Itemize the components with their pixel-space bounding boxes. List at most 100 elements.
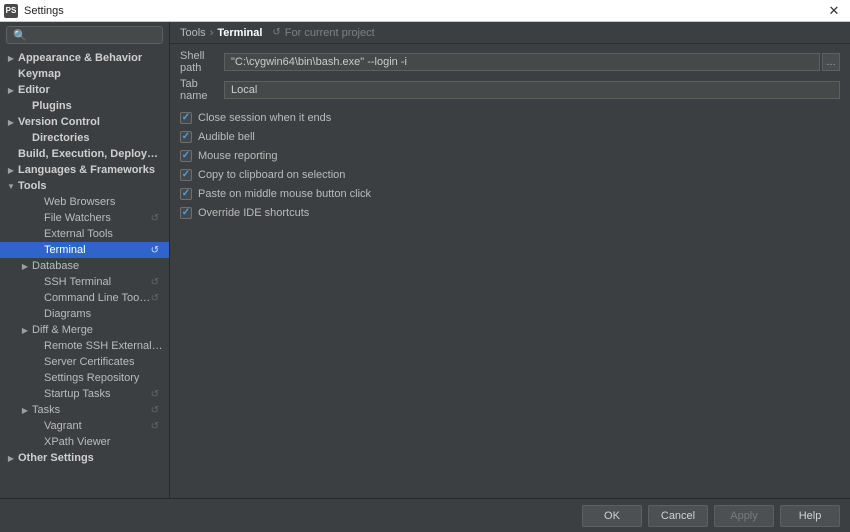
- title-bar: PS Settings ✕: [0, 0, 850, 22]
- tree-item-terminal[interactable]: ▶Terminal↺: [0, 242, 169, 258]
- tree-item-diff-merge[interactable]: ▶Diff & Merge: [0, 322, 169, 338]
- tree-item-keymap[interactable]: ▶Keymap: [0, 66, 169, 82]
- apply-button[interactable]: Apply: [714, 505, 774, 527]
- tree-item-other-settings[interactable]: ▶Other Settings: [0, 450, 169, 466]
- chevron-down-icon[interactable]: ▼: [4, 182, 18, 191]
- window-title: Settings: [24, 5, 822, 17]
- chevron-right-icon[interactable]: ▶: [4, 54, 18, 63]
- main-container: 🔍 ▶Appearance & Behavior▶Keymap▶Editor▶P…: [0, 22, 850, 498]
- cancel-button[interactable]: Cancel: [648, 505, 708, 527]
- spacer: ▶: [30, 358, 44, 367]
- tree-item-startup-tasks[interactable]: ▶Startup Tasks↺: [0, 386, 169, 402]
- tree-item-file-watchers[interactable]: ▶File Watchers↺: [0, 210, 169, 226]
- project-scope-icon: ↺: [151, 213, 165, 224]
- checkbox-copy-to-clipboard-on-selection[interactable]: Copy to clipboard on selection: [180, 165, 840, 184]
- checkbox-paste-on-middle-mouse-button-click[interactable]: Paste on middle mouse button click: [180, 184, 840, 203]
- project-scope-icon: ↺: [151, 293, 165, 304]
- tree-item-settings-repository[interactable]: ▶Settings Repository: [0, 370, 169, 386]
- search-input[interactable]: [31, 28, 177, 42]
- tree-item-directories[interactable]: ▶Directories: [0, 130, 169, 146]
- tab-name-input[interactable]: [224, 81, 840, 99]
- checkbox-mouse-reporting[interactable]: Mouse reporting: [180, 146, 840, 165]
- breadcrumb-root[interactable]: Tools: [180, 27, 206, 39]
- spacer: ▶: [18, 134, 32, 143]
- tree-item-appearance-behavior[interactable]: ▶Appearance & Behavior: [0, 50, 169, 66]
- breadcrumb-current: Terminal: [217, 27, 262, 39]
- tree-item-external-tools[interactable]: ▶External Tools: [0, 226, 169, 242]
- tree-item-editor[interactable]: ▶Editor: [0, 82, 169, 98]
- checkbox-box[interactable]: [180, 150, 192, 162]
- tree-item-label: Database: [32, 260, 165, 272]
- checkbox-override-ide-shortcuts[interactable]: Override IDE shortcuts: [180, 203, 840, 222]
- tree-item-languages-frameworks[interactable]: ▶Languages & Frameworks: [0, 162, 169, 178]
- tab-name-label: Tab name: [180, 78, 224, 102]
- chevron-right-icon[interactable]: ▶: [4, 454, 18, 463]
- tree-item-diagrams[interactable]: ▶Diagrams: [0, 306, 169, 322]
- settings-tree[interactable]: ▶Appearance & Behavior▶Keymap▶Editor▶Plu…: [0, 50, 169, 498]
- chevron-right-icon[interactable]: ▶: [4, 118, 18, 127]
- tree-item-version-control[interactable]: ▶Version Control: [0, 114, 169, 130]
- tree-item-command-line-tool-support[interactable]: ▶Command Line Tool Support↺: [0, 290, 169, 306]
- tree-item-label: Settings Repository: [44, 372, 165, 384]
- chevron-right-icon[interactable]: ▶: [18, 406, 32, 415]
- checkbox-audible-bell[interactable]: Audible bell: [180, 127, 840, 146]
- tree-item-label: External Tools: [44, 228, 165, 240]
- checkbox-box[interactable]: [180, 188, 192, 200]
- checkbox-box[interactable]: [180, 112, 192, 124]
- chevron-right-icon[interactable]: ▶: [4, 86, 18, 95]
- spacer: ▶: [30, 198, 44, 207]
- chevron-right-icon[interactable]: ▶: [18, 262, 32, 271]
- terminal-settings-form: Shell path … Tab name Close session when…: [170, 44, 850, 228]
- shell-path-row: Shell path …: [180, 50, 840, 74]
- close-icon[interactable]: ✕: [822, 3, 846, 19]
- tree-item-plugins[interactable]: ▶Plugins: [0, 98, 169, 114]
- shell-path-input[interactable]: [224, 53, 820, 71]
- tree-item-label: SSH Terminal: [44, 276, 151, 288]
- checkbox-close-session-when-it-ends[interactable]: Close session when it ends: [180, 108, 840, 127]
- checkbox-box[interactable]: [180, 131, 192, 143]
- tree-item-tasks[interactable]: ▶Tasks↺: [0, 402, 169, 418]
- tree-item-label: Appearance & Behavior: [18, 52, 165, 64]
- project-scope-icon: ↺: [151, 277, 165, 288]
- spacer: ▶: [30, 294, 44, 303]
- chevron-right-icon: ›: [210, 27, 214, 39]
- spacer: ▶: [30, 310, 44, 319]
- chevron-right-icon[interactable]: ▶: [18, 326, 32, 335]
- tree-item-remote-ssh-external-tools[interactable]: ▶Remote SSH External Tools: [0, 338, 169, 354]
- tree-item-label: Version Control: [18, 116, 165, 128]
- spacer: ▶: [30, 214, 44, 223]
- search-field[interactable]: 🔍: [6, 26, 163, 44]
- spacer: ▶: [30, 374, 44, 383]
- tree-item-ssh-terminal[interactable]: ▶SSH Terminal↺: [0, 274, 169, 290]
- chevron-right-icon[interactable]: ▶: [4, 166, 18, 175]
- tree-item-label: Remote SSH External Tools: [44, 340, 165, 352]
- tree-item-label: Editor: [18, 84, 165, 96]
- tree-item-web-browsers[interactable]: ▶Web Browsers: [0, 194, 169, 210]
- tree-item-vagrant[interactable]: ▶Vagrant↺: [0, 418, 169, 434]
- browse-shell-path-button[interactable]: …: [822, 53, 840, 71]
- spacer: ▶: [30, 342, 44, 351]
- tree-item-database[interactable]: ▶Database: [0, 258, 169, 274]
- settings-tree-panel: 🔍 ▶Appearance & Behavior▶Keymap▶Editor▶P…: [0, 22, 170, 498]
- checkbox-label: Mouse reporting: [198, 150, 278, 162]
- tree-item-xpath-viewer[interactable]: ▶XPath Viewer: [0, 434, 169, 450]
- search-icon: 🔍: [13, 29, 27, 42]
- tree-item-build-execution-deployment[interactable]: ▶Build, Execution, Deployment: [0, 146, 169, 162]
- tree-item-label: Directories: [32, 132, 165, 144]
- checkbox-label: Copy to clipboard on selection: [198, 169, 345, 181]
- spacer: ▶: [30, 390, 44, 399]
- help-button[interactable]: Help: [780, 505, 840, 527]
- dialog-footer: OK Cancel Apply Help: [0, 498, 850, 532]
- checkbox-box[interactable]: [180, 207, 192, 219]
- breadcrumb: Tools › Terminal ↺ For current project: [170, 22, 850, 44]
- tab-name-row: Tab name: [180, 78, 840, 102]
- tree-item-label: Tasks: [32, 404, 151, 416]
- tree-item-label: Vagrant: [44, 420, 151, 432]
- checkbox-box[interactable]: [180, 169, 192, 181]
- tree-item-label: File Watchers: [44, 212, 151, 224]
- ok-button[interactable]: OK: [582, 505, 642, 527]
- tree-item-label: Diagrams: [44, 308, 165, 320]
- tree-item-server-certificates[interactable]: ▶Server Certificates: [0, 354, 169, 370]
- shell-path-label: Shell path: [180, 50, 224, 74]
- tree-item-tools[interactable]: ▼Tools: [0, 178, 169, 194]
